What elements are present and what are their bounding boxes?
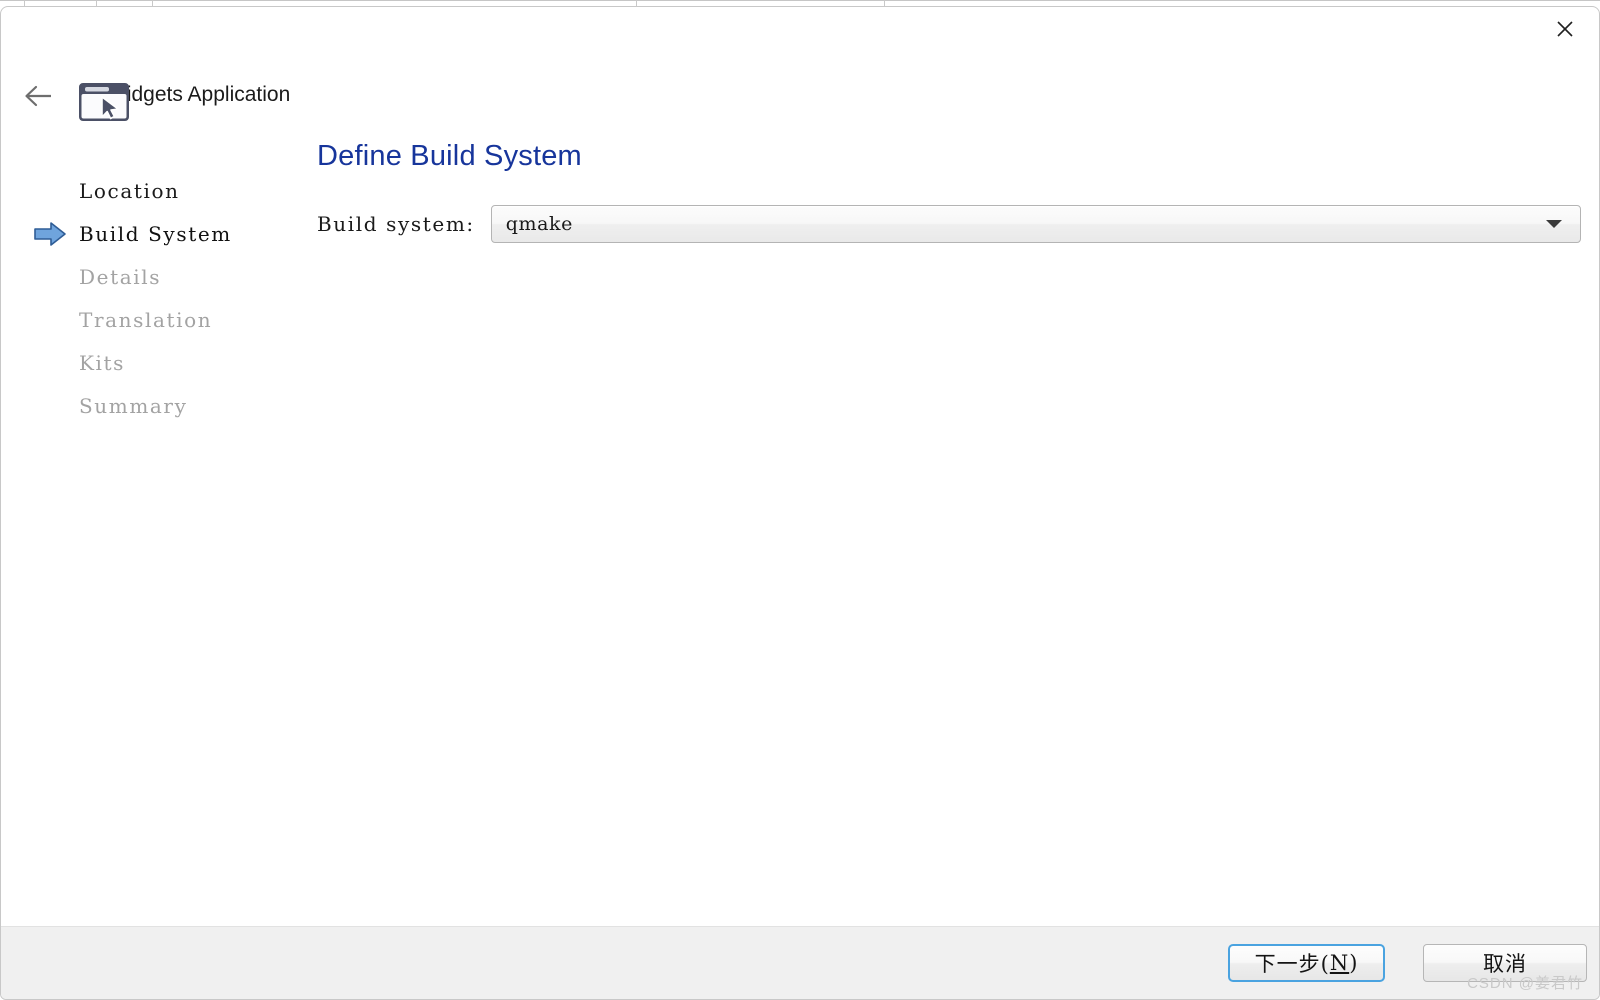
application-window-icon bbox=[77, 81, 133, 123]
wizard-page-heading: Define Build System bbox=[317, 140, 582, 172]
background-window-top-edge bbox=[0, 0, 1600, 1]
next-button-label-tail: ) bbox=[1349, 951, 1359, 975]
back-arrow-icon[interactable] bbox=[15, 79, 59, 113]
sidebar-item-label: Summary bbox=[79, 393, 188, 418]
sidebar-item-label: Location bbox=[79, 178, 180, 203]
wizard-step-list: Location Build System Details Translatio… bbox=[1, 169, 301, 427]
current-step-arrow-icon bbox=[33, 221, 67, 247]
sidebar-item-kits[interactable]: Kits bbox=[1, 341, 301, 384]
next-button-label: 下一步( bbox=[1254, 952, 1330, 976]
new-project-wizard-dialog: Qt Widgets Application Location Build Sy… bbox=[0, 6, 1600, 1000]
sidebar-item-translation[interactable]: Translation bbox=[1, 298, 301, 341]
build-system-label: Build system: bbox=[317, 212, 475, 236]
sidebar-item-label: Details bbox=[79, 264, 162, 289]
build-system-field-row: Build system: qmake bbox=[317, 205, 1581, 243]
sidebar-item-location[interactable]: Location bbox=[1, 169, 301, 212]
sidebar-item-details[interactable]: Details bbox=[1, 255, 301, 298]
next-button-mnemonic: N bbox=[1329, 951, 1350, 975]
sidebar-item-label: Build System bbox=[79, 221, 232, 246]
dialog-footer: 下一步(N) 取消 CSDN @姜君竹 bbox=[1, 926, 1599, 999]
next-button[interactable]: 下一步(N) bbox=[1228, 944, 1385, 982]
build-system-selected-value: qmake bbox=[505, 213, 573, 235]
sidebar-item-label: Translation bbox=[79, 307, 213, 332]
build-system-select[interactable]: qmake bbox=[490, 205, 1581, 243]
sidebar-item-summary[interactable]: Summary bbox=[1, 384, 301, 427]
cancel-button-label: 取消 bbox=[1483, 952, 1527, 976]
sidebar-item-build-system[interactable]: Build System bbox=[1, 212, 301, 255]
wizard-page-content: Define Build System Build system: qmake bbox=[317, 137, 1581, 243]
dialog-titlebar bbox=[1, 7, 1599, 53]
cancel-button[interactable]: 取消 bbox=[1423, 944, 1587, 982]
chevron-down-icon bbox=[1546, 220, 1562, 228]
close-icon[interactable] bbox=[1543, 11, 1587, 47]
dialog-header: Qt Widgets Application bbox=[1, 73, 1599, 129]
sidebar-item-label: Kits bbox=[79, 350, 126, 375]
